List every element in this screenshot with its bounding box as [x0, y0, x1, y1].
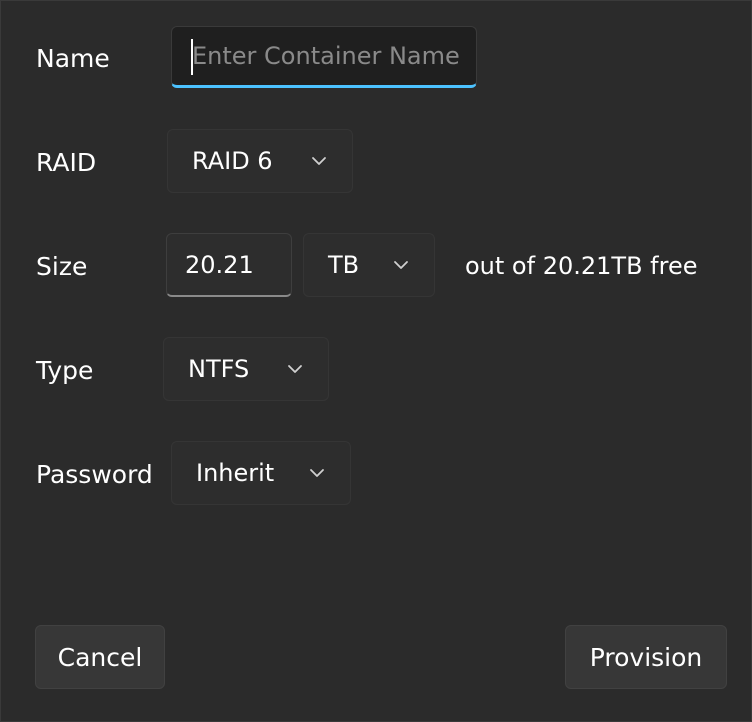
- size-label: Size: [36, 252, 88, 281]
- raid-dropdown[interactable]: RAID 6: [167, 129, 353, 193]
- size-unit-selected-value: TB: [328, 251, 360, 279]
- type-selected-value: NTFS: [188, 355, 250, 383]
- chevron-down-icon: [312, 157, 326, 165]
- chevron-down-icon: [288, 365, 302, 373]
- size-input[interactable]: [166, 233, 292, 297]
- type-dropdown[interactable]: NTFS: [163, 337, 329, 401]
- free-space-text: out of 20.21TB free: [465, 252, 698, 280]
- chevron-down-icon: [310, 469, 324, 477]
- cancel-button[interactable]: Cancel: [35, 625, 165, 689]
- password-dropdown[interactable]: Inherit: [171, 441, 351, 505]
- chevron-down-icon: [394, 261, 408, 269]
- container-name-input[interactable]: [171, 26, 477, 88]
- provision-container-dialog: Name RAID RAID 6 Size TB out of 20.21TB …: [0, 0, 752, 722]
- name-label: Name: [36, 44, 110, 73]
- raid-label: RAID: [36, 148, 97, 177]
- password-label: Password: [36, 460, 153, 489]
- size-unit-dropdown[interactable]: TB: [303, 233, 435, 297]
- type-label: Type: [36, 356, 94, 385]
- password-selected-value: Inherit: [196, 459, 275, 487]
- provision-button[interactable]: Provision: [565, 625, 727, 689]
- raid-selected-value: RAID 6: [192, 147, 273, 175]
